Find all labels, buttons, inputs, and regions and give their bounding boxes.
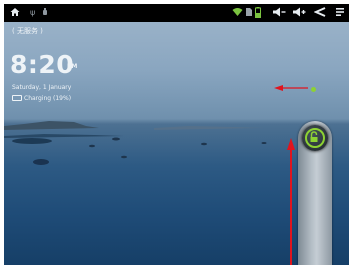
battery-charging-icon bbox=[12, 94, 22, 101]
unlock-slider-track[interactable] bbox=[298, 121, 332, 265]
unlock-target-dot[interactable] bbox=[311, 87, 316, 92]
charging-label: Charging (19%) bbox=[24, 95, 72, 102]
volume-down-icon[interactable] bbox=[272, 7, 286, 19]
battery-icon bbox=[255, 7, 261, 19]
clock-time: 8:20 bbox=[10, 50, 75, 79]
clock-ampm: PM bbox=[67, 63, 78, 70]
annotation-arrow-left bbox=[274, 85, 308, 91]
home-icon[interactable] bbox=[10, 7, 20, 19]
menu-icon[interactable] bbox=[335, 7, 345, 19]
usb-icon: ψ bbox=[30, 8, 36, 17]
status-bar: ψ bbox=[4, 4, 349, 22]
debug-icon bbox=[41, 7, 49, 19]
unlock-slider-handle[interactable] bbox=[302, 125, 328, 151]
device-screen: ψ ( 无服务 ) 8:20 PM Saturday, 1 January Ch… bbox=[4, 4, 349, 265]
sd-card-icon bbox=[245, 7, 253, 19]
volume-up-icon[interactable] bbox=[292, 7, 306, 19]
back-icon[interactable] bbox=[313, 7, 326, 19]
wifi-icon bbox=[232, 7, 243, 19]
charging-status: Charging (19%) bbox=[12, 94, 72, 102]
carrier-label: ( 无服务 ) bbox=[12, 27, 43, 35]
date-label: Saturday, 1 January bbox=[12, 84, 72, 91]
lock-icon bbox=[310, 131, 318, 142]
annotation-arrow-up bbox=[287, 138, 295, 265]
